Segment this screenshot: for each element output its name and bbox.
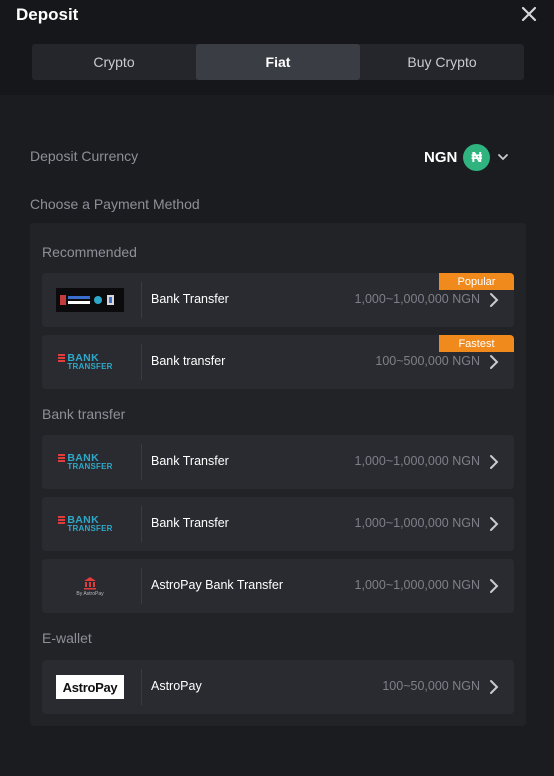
payment-method-label: Choose a Payment Method [30,196,200,212]
logo-text-bank: BANK [67,513,99,526]
chevron-right-icon [489,578,499,594]
payment-option-astropay-bank-transfer[interactable]: By AstroPay AstroPay Bank Transfer 1,000… [42,559,514,613]
popular-badge: Popular [439,273,514,290]
bank-building-icon [84,576,96,589]
payment-name: Bank Transfer [151,516,229,530]
card-divider [141,669,142,705]
tab-buy-crypto[interactable]: Buy Crypto [360,44,524,80]
astropay-logo: AstroPay [56,675,124,699]
payment-option-bank-transfer-fastest[interactable]: BANK TRANSFER Bank transfer 100~500,000 … [42,335,514,389]
payment-range: 1,000~1,000,000 NGN [354,454,480,468]
header-bar: Deposit Crypto Fiat Buy Crypto [0,0,554,95]
logo-text-transfer: TRANSFER [67,362,113,372]
payment-name: Bank Transfer [151,292,229,306]
tab-crypto[interactable]: Crypto [32,44,196,80]
payment-range: 1,000~1,000,000 NGN [354,292,480,306]
fastest-badge: Fastest [439,335,514,352]
logo-text-bank: BANK [67,451,99,464]
card-divider [141,506,142,542]
logo-text-transfer: TRANSFER [67,462,113,472]
card-divider [141,444,142,480]
multi-bank-logo [56,288,124,312]
currency-code: NGN [424,148,458,166]
section-ewallet: E-wallet [42,630,92,646]
chevron-right-icon [489,454,499,470]
logo-text-transfer: TRANSFER [67,524,113,534]
payment-name: Bank Transfer [151,454,229,468]
payment-method-panel: Recommended Bank Transfer 1,000~1,000,00… [30,223,526,726]
payment-option-bank-transfer-popular[interactable]: Bank Transfer 1,000~1,000,000 NGN Popula… [42,273,514,327]
currency-selector[interactable]: NGN ₦ [424,143,510,171]
bank-transfer-logo: BANK TRANSFER [56,450,124,474]
astropay-bank-logo: By AstroPay [56,574,124,598]
chevron-right-icon [489,679,499,695]
bank-transfer-logo: BANK TRANSFER [56,350,124,374]
section-bank-transfer: Bank transfer [42,406,126,422]
deposit-currency-label: Deposit Currency [30,148,139,164]
chevron-right-icon [489,516,499,532]
payment-option-astropay[interactable]: AstroPay AstroPay 100~50,000 NGN [42,660,514,714]
card-divider [141,282,142,318]
chevron-right-icon [489,292,499,308]
chevron-right-icon [489,354,499,370]
logo-text-bank: BANK [67,351,99,364]
payment-range: 1,000~1,000,000 NGN [354,516,480,530]
card-divider [141,568,142,604]
tab-bar: Crypto Fiat Buy Crypto [32,44,524,80]
payment-name: Bank transfer [151,354,226,368]
close-icon[interactable] [519,4,539,24]
naira-icon: ₦ [463,143,491,171]
payment-name: AstroPay [151,679,202,693]
payment-option-bank-transfer-2[interactable]: BANK TRANSFER Bank Transfer 1,000~1,000,… [42,497,514,551]
payment-option-bank-transfer-1[interactable]: BANK TRANSFER Bank Transfer 1,000~1,000,… [42,435,514,489]
tab-fiat[interactable]: Fiat [196,44,360,80]
payment-range: 100~500,000 NGN [375,354,480,368]
section-recommended: Recommended [42,244,137,260]
dialog-title: Deposit [16,5,79,24]
bank-transfer-logo: BANK TRANSFER [56,512,124,536]
payment-name: AstroPay Bank Transfer [151,578,284,592]
payment-range: 100~50,000 NGN [382,679,480,693]
astropay-by-text: By AstroPay [76,590,104,597]
payment-range: 1,000~1,000,000 NGN [354,578,480,592]
chevron-down-icon [496,150,510,164]
card-divider [141,344,142,380]
